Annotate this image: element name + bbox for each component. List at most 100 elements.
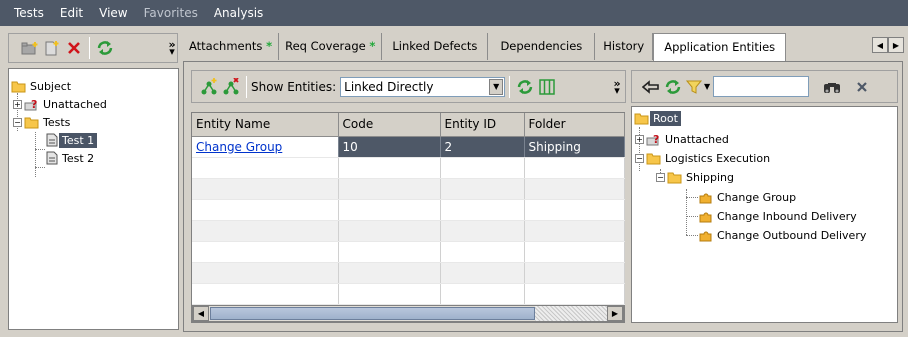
menu-edit[interactable]: Edit xyxy=(52,0,91,26)
tree-node-label: Subject xyxy=(30,79,72,93)
tree-node-shipping[interactable]: − Shipping xyxy=(656,168,737,186)
table-row-empty xyxy=(192,157,625,179)
table-row-empty xyxy=(192,262,625,284)
filter-dropdown-icon[interactable]: ▼ xyxy=(704,82,710,91)
entity-name-link[interactable]: Change Group xyxy=(192,136,339,158)
test-icon xyxy=(46,133,58,147)
refresh-icon xyxy=(517,79,533,94)
grid-header-row: Entity Name Code Entity ID Folder xyxy=(192,113,625,137)
tree-node-subject[interactable]: Subject xyxy=(11,77,74,95)
menu-analysis[interactable]: Analysis xyxy=(206,0,271,26)
menu-bar: Tests Edit View Favorites Analysis xyxy=(0,0,908,26)
table-row-empty xyxy=(192,283,625,305)
new-test-button[interactable] xyxy=(41,37,63,59)
toolbar-separator xyxy=(509,75,511,98)
column-header-code[interactable]: Code xyxy=(338,113,441,137)
tree-node-change-outbound-delivery[interactable]: Change Outbound Delivery xyxy=(698,226,869,244)
tree-node-change-inbound-delivery[interactable]: Change Inbound Delivery xyxy=(698,207,860,225)
collapse-icon[interactable]: − xyxy=(13,117,22,127)
collapse-icon[interactable]: − xyxy=(635,153,644,163)
collapse-icon[interactable]: − xyxy=(656,172,665,182)
more-tools-button[interactable]: » ▾ xyxy=(167,39,177,57)
toolbar-separator xyxy=(89,37,90,59)
details-tabs: Attachments * Req Coverage * Linked Defe… xyxy=(183,33,787,61)
tree-node-test-2[interactable]: Test 2 xyxy=(45,149,97,167)
entity-code-cell: 10 xyxy=(338,136,441,158)
unlink-entity-icon xyxy=(223,77,239,94)
menu-tests[interactable]: Tests xyxy=(6,0,52,26)
tab-application-entities[interactable]: Application Entities xyxy=(653,33,787,61)
expand-icon[interactable]: + xyxy=(635,134,644,144)
more-tools-button[interactable]: » ▾ xyxy=(612,78,622,96)
tree-node-unattached[interactable]: + ? Unattached xyxy=(13,95,110,113)
filter-icon xyxy=(686,80,702,94)
svg-text:?: ? xyxy=(653,133,659,146)
scrollbar-track[interactable] xyxy=(535,306,607,321)
tab-scroll-left-button[interactable]: ◀ xyxy=(872,37,888,53)
link-entity-button[interactable] xyxy=(198,76,220,98)
svg-text:?: ? xyxy=(31,98,37,111)
refresh-icon xyxy=(97,41,113,55)
tab-scroll: ◀ ▶ xyxy=(872,37,904,53)
folder-open-icon xyxy=(11,81,26,92)
test-plan-tree: Subject + ? Unattached − Tests Test 1 Te… xyxy=(8,68,179,330)
tree-node-label: Change Group xyxy=(717,190,797,204)
tree-node-test-1[interactable]: Test 1 xyxy=(45,131,98,149)
chevron-down-icon[interactable]: ▼ xyxy=(489,78,504,95)
unlink-entity-button[interactable] xyxy=(220,76,242,98)
tree-node-label: Root xyxy=(650,110,681,126)
menu-favorites[interactable]: Favorites xyxy=(136,0,206,26)
tab-linked-defects[interactable]: Linked Defects xyxy=(382,33,489,60)
show-entities-label: Show Entities: xyxy=(251,79,337,94)
binoculars-icon xyxy=(824,82,841,93)
tab-attachments[interactable]: Attachments * xyxy=(183,33,280,60)
column-header-entity-name[interactable]: Entity Name xyxy=(192,113,339,137)
back-button[interactable] xyxy=(640,76,662,98)
tab-history[interactable]: History xyxy=(595,33,654,60)
toolbar-separator xyxy=(246,75,247,98)
refresh-tree-button[interactable] xyxy=(662,76,684,98)
tree-node-root[interactable]: Root xyxy=(634,109,681,127)
entity-tree-toolbar: ▼ xyxy=(631,70,898,103)
tree-node-unattached[interactable]: + ? Unattached xyxy=(635,130,732,148)
unattached-icon: ? xyxy=(646,133,659,146)
table-row-empty xyxy=(192,178,625,200)
scroll-right-button[interactable]: ▶ xyxy=(607,306,623,321)
entity-puzzle-icon xyxy=(699,212,712,223)
tab-dependencies[interactable]: Dependencies xyxy=(488,33,596,60)
select-columns-button[interactable] xyxy=(536,76,558,98)
column-header-entity-id[interactable]: Entity ID xyxy=(440,113,525,137)
table-row-empty xyxy=(192,199,625,221)
show-entities-select[interactable]: Linked Directly ▼ xyxy=(340,76,506,97)
refresh-button[interactable] xyxy=(94,37,116,59)
entity-folder-cell: Shipping xyxy=(524,136,625,158)
horizontal-scrollbar[interactable]: ◀ ▶ xyxy=(192,305,624,322)
table-row[interactable]: Change Group 10 2 Shipping xyxy=(192,136,625,158)
tab-scroll-right-button[interactable]: ▶ xyxy=(888,37,904,53)
find-button[interactable] xyxy=(821,76,843,98)
tree-node-change-group[interactable]: Change Group xyxy=(698,188,799,206)
folder-open-icon xyxy=(667,172,682,183)
folder-open-icon xyxy=(646,153,661,164)
new-folder-button[interactable] xyxy=(19,37,41,59)
search-input[interactable] xyxy=(713,76,810,97)
entities-toolbar: Show Entities: Linked Directly ▼ » ▾ xyxy=(191,70,626,103)
refresh-entities-button[interactable] xyxy=(514,76,536,98)
tree-node-tests[interactable]: − Tests xyxy=(13,113,73,131)
tree-node-logistics-execution[interactable]: − Logistics Execution xyxy=(635,149,773,167)
show-entities-value: Linked Directly xyxy=(344,79,434,94)
menu-view[interactable]: View xyxy=(91,0,135,26)
tree-node-label: Test 1 xyxy=(59,132,98,148)
filter-button[interactable] xyxy=(684,76,704,98)
delete-button[interactable] xyxy=(63,37,85,59)
unattached-icon: ? xyxy=(24,98,37,111)
tab-req-coverage[interactable]: Req Coverage * xyxy=(279,33,383,60)
expand-icon[interactable]: + xyxy=(13,99,22,109)
clear-search-button[interactable] xyxy=(851,76,873,98)
tree-node-label: Change Outbound Delivery xyxy=(717,228,867,242)
scrollbar-thumb[interactable] xyxy=(210,307,535,320)
table-row-empty xyxy=(192,241,625,263)
column-header-folder[interactable]: Folder xyxy=(524,113,625,137)
folder-open-icon xyxy=(634,113,649,124)
scroll-left-button[interactable]: ◀ xyxy=(193,306,209,321)
